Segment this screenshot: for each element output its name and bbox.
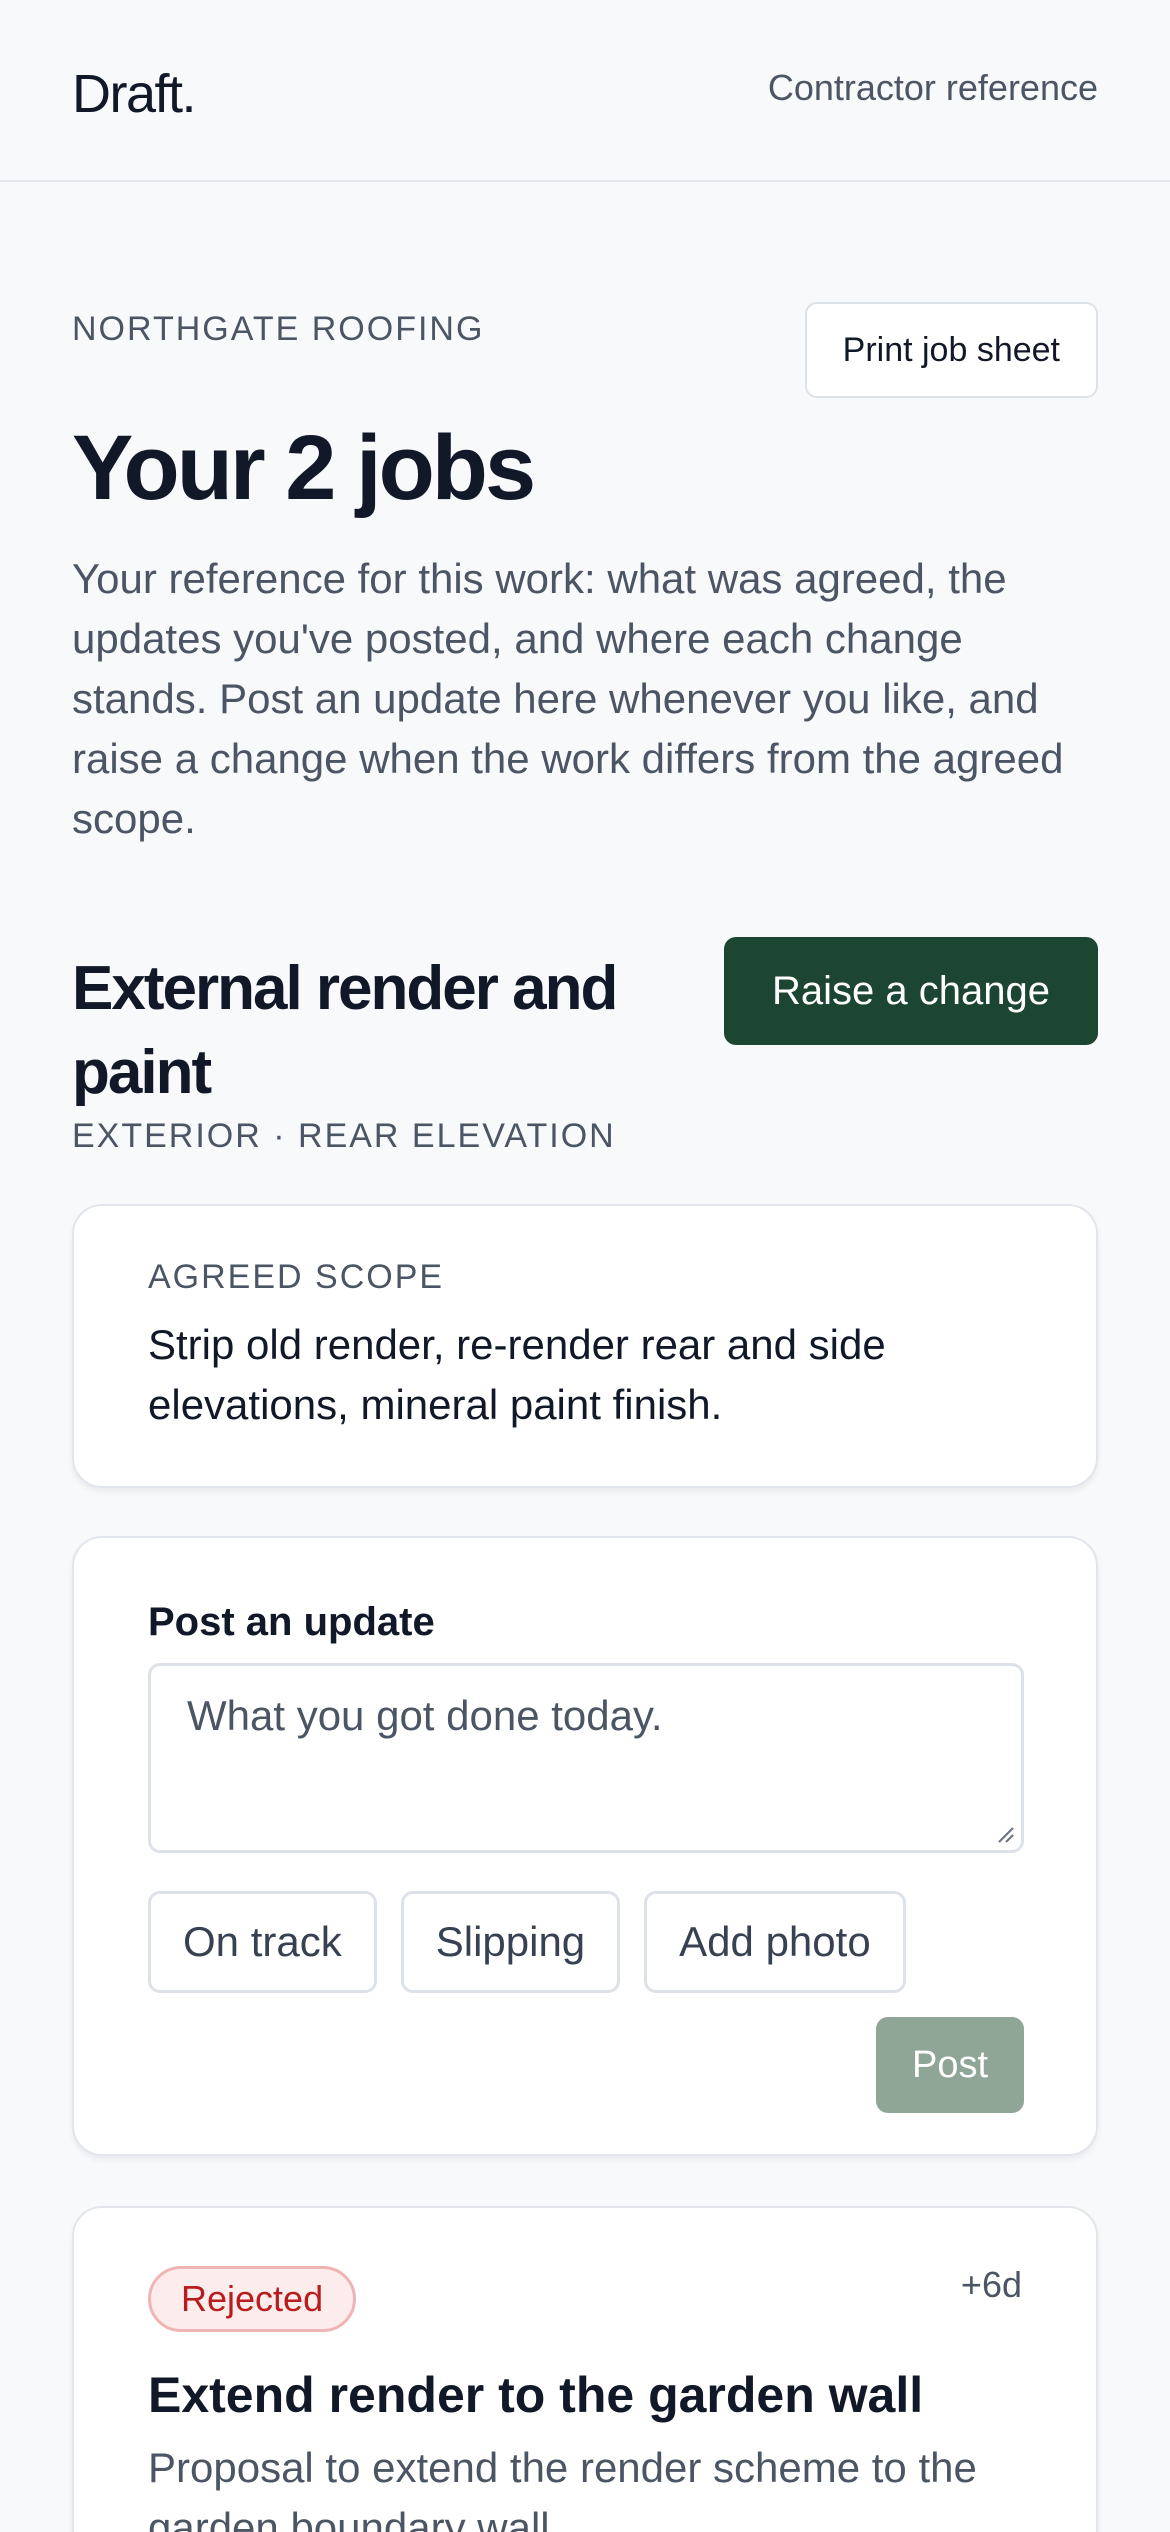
agreed-scope-text: Strip old render, re-render rear and sid…: [148, 1321, 886, 1429]
post-button[interactable]: Post: [876, 2017, 1024, 2114]
slipping-chip[interactable]: Slipping: [400, 1891, 621, 1994]
update-placeholder: What you got done today.: [187, 1692, 663, 1740]
page-title: Your 2 jobs: [72, 417, 536, 519]
update-status-chips: On track Slipping Add photo: [148, 1891, 1022, 1994]
main-content: NORTHGATE ROOFING Print job sheet Your 2…: [0, 302, 1170, 2532]
agreed-scope-label: AGREED SCOPE: [148, 1258, 445, 1297]
page-header: NORTHGATE ROOFING Print job sheet: [72, 302, 1098, 398]
on-track-chip[interactable]: On track: [148, 1891, 377, 1994]
change-card-header: Rejected +6d: [148, 2264, 1022, 2333]
page-intro: Your reference for this work: what was a…: [72, 555, 1064, 843]
contractor-reference-link[interactable]: Contractor reference: [768, 67, 1098, 109]
post-update-card: Post an update What you got done today. …: [72, 1536, 1098, 2157]
brand-logo[interactable]: Draft.: [72, 63, 197, 125]
raise-change-button[interactable]: Raise a change: [724, 937, 1098, 1046]
post-update-label: Post an update: [148, 1600, 435, 1645]
job-location: EXTERIOR · REAR ELEVATION: [72, 1117, 616, 1156]
change-description: Proposal to extend the render scheme to …: [148, 2444, 977, 2532]
job-section: External render and paint Raise a change…: [72, 937, 1098, 2532]
status-badge: Rejected: [148, 2266, 357, 2333]
company-name: NORTHGATE ROOFING: [72, 310, 485, 348]
update-textarea[interactable]: What you got done today.: [148, 1663, 1024, 1854]
post-row: Post: [148, 2017, 1024, 2114]
agreed-scope-card: AGREED SCOPE Strip old render, re-render…: [72, 1204, 1098, 1489]
top-bar: Draft. Contractor reference: [0, 0, 1170, 182]
resize-handle-icon[interactable]: [993, 1822, 1015, 1844]
change-title: Extend render to the garden wall: [148, 2367, 924, 2424]
job-title: External render and paint: [72, 954, 618, 1108]
change-age: +6d: [960, 2264, 1022, 2306]
print-job-sheet-button[interactable]: Print job sheet: [804, 302, 1098, 398]
change-card[interactable]: Rejected +6d Extend render to the garden…: [72, 2206, 1098, 2532]
job-header: External render and paint Raise a change: [72, 937, 1098, 1115]
add-photo-chip[interactable]: Add photo: [644, 1891, 906, 1994]
